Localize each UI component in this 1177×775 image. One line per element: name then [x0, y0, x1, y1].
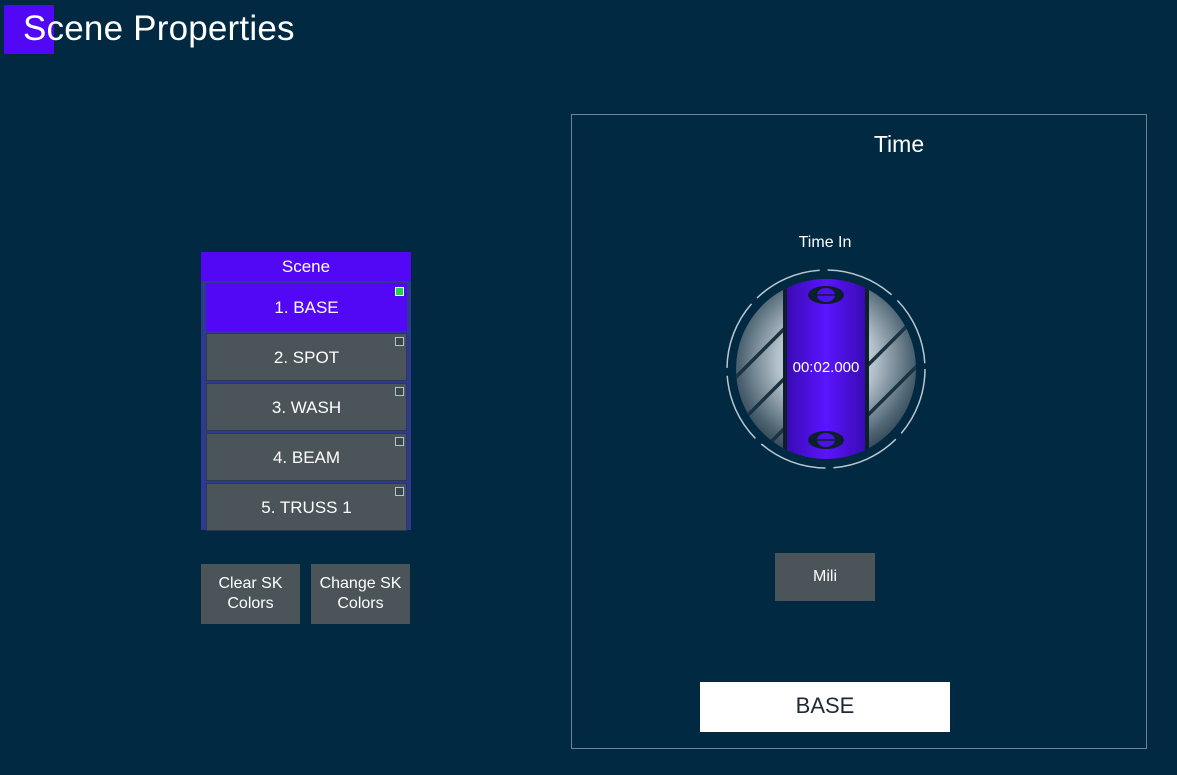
clear-sk-colors-button[interactable]: Clear SK Colors — [201, 564, 300, 624]
change-sk-colors-label: Change SK Colors — [319, 575, 402, 612]
clear-sk-colors-label: Clear SK Colors — [218, 575, 283, 612]
scene-item-wash[interactable]: 3. WASH — [206, 383, 407, 431]
scene-item-base[interactable]: 1. BASE — [206, 283, 407, 331]
time-panel-title: Time — [873, 131, 925, 157]
scene-item-spot[interactable]: 2. SPOT — [206, 333, 407, 381]
scene-item-truss-1[interactable]: 5. TRUSS 1 — [206, 483, 407, 531]
scene-item-beam[interactable]: 4. BEAM — [206, 433, 407, 481]
time-in-label: Time In — [798, 234, 852, 251]
time-panel: Time Time In 00:02.000 Mili BASE — [571, 114, 1147, 749]
scene-item-label: 2. SPOT — [273, 348, 340, 367]
time-in-knob[interactable]: 00:02.000 — [725, 268, 927, 470]
mili-button[interactable]: Mili — [775, 553, 875, 601]
change-sk-colors-button[interactable]: Change SK Colors — [311, 564, 410, 624]
scene-indicator-icon — [395, 387, 404, 396]
scene-name-display: BASE — [700, 682, 950, 732]
scene-list: Scene 1. BASE 2. SPOT 3. WASH 4. BEAM 5.… — [201, 252, 411, 531]
scene-indicator-icon — [395, 337, 404, 346]
page-title: Scene Properties — [23, 9, 295, 48]
scene-indicator-icon — [395, 487, 404, 496]
scene-item-label: 3. WASH — [271, 398, 342, 417]
scene-item-label: 1. BASE — [274, 298, 339, 317]
scene-item-label: 4. BEAM — [272, 448, 341, 467]
scene-list-header: Scene — [201, 252, 411, 281]
scene-item-label: 5. TRUSS 1 — [261, 498, 352, 517]
scene-indicator-icon — [395, 437, 404, 446]
scene-active-indicator-icon — [395, 287, 404, 296]
time-in-value: 00:02.000 — [792, 359, 860, 376]
